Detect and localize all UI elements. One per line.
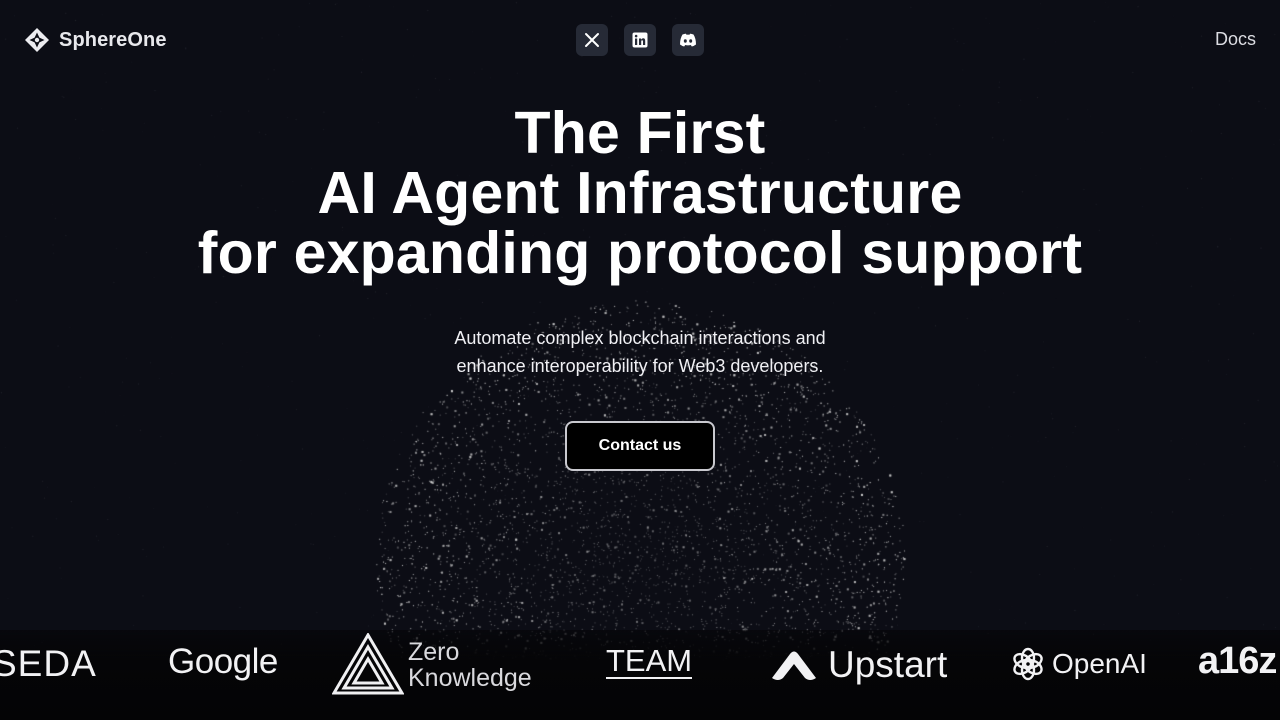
hero-title: The First AI Agent Infrastructure for ex… xyxy=(0,103,1280,283)
zero-knowledge-logo: Zero Knowledge xyxy=(332,633,547,695)
hero-subtitle-line-2: enhance interoperability for Web3 develo… xyxy=(456,356,824,376)
zero-knowledge-triangle-icon xyxy=(332,633,404,695)
zero-knowledge-wordmark: Zero Knowledge xyxy=(408,639,532,691)
upstart-logo: Upstart xyxy=(768,640,947,690)
linkedin-button[interactable] xyxy=(624,24,656,56)
openai-logo: OpenAI xyxy=(1010,642,1147,686)
team-logo: TEAM xyxy=(606,643,693,679)
zero-knowledge-line-2: Knowledge xyxy=(408,664,532,692)
docs-link[interactable]: Docs xyxy=(1215,29,1256,50)
hero-subtitle: Automate complex blockchain interactions… xyxy=(0,324,1280,380)
hero-title-line-1: The First xyxy=(514,100,766,166)
discord-button[interactable] xyxy=(672,24,704,56)
hero-subtitle-line-1: Automate complex blockchain interactions… xyxy=(454,328,826,348)
brand-link[interactable]: SphereOne xyxy=(24,27,167,53)
partner-logos-strip: SEDA Google Zero Knowledge TEAM Upstart xyxy=(0,630,1280,720)
upstart-mark-icon xyxy=(772,651,816,680)
linkedin-icon xyxy=(632,32,648,48)
brand-name: SphereOne xyxy=(59,28,167,51)
seda-logo: SEDA xyxy=(0,643,97,684)
social-links xyxy=(576,24,704,56)
sphereone-logo-icon xyxy=(25,28,49,52)
openai-wordmark: OpenAI xyxy=(1052,648,1147,679)
x-icon xyxy=(585,33,599,47)
x-button[interactable] xyxy=(576,24,608,56)
hero-title-line-2: AI Agent Infrastructure xyxy=(317,160,963,226)
zero-knowledge-line-1: Zero xyxy=(408,638,460,666)
a16z-logo: a16z xyxy=(1198,640,1277,682)
openai-knot-icon xyxy=(1013,647,1043,681)
hero-title-line-3: for expanding protocol support xyxy=(197,220,1083,286)
upstart-wordmark: Upstart xyxy=(828,644,948,685)
top-nav: SphereOne Docs xyxy=(0,0,1280,80)
discord-icon xyxy=(680,33,696,47)
google-logo: Google xyxy=(168,642,278,681)
contact-us-button[interactable]: Contact us xyxy=(565,421,715,471)
